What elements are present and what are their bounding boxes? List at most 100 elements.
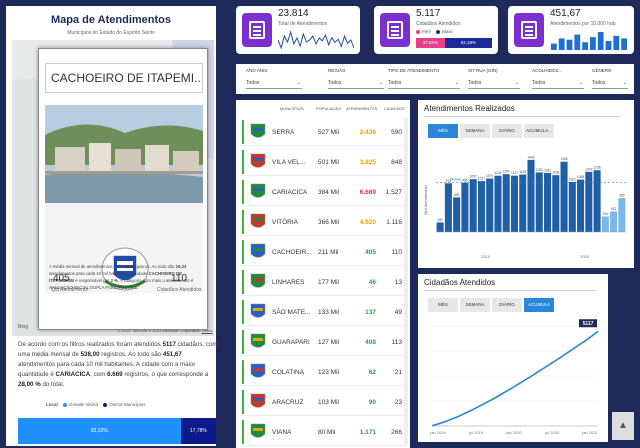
seg-week-button[interactable]: SEMANA (460, 124, 490, 138)
bar[interactable] (618, 198, 626, 232)
col-header-atendimentos[interactable]: ATENDIMENTOS (346, 106, 377, 111)
table-row[interactable]: CACHOEIR... 211 Mil 405 110 (240, 238, 408, 266)
legend-title: Local (46, 402, 58, 407)
kpi-value: 5.117 (416, 8, 441, 19)
filter-gender-select[interactable]: Todos ⌄ (592, 77, 628, 89)
filter-type[interactable]: TIPO DE ATENDIMENTO Todos ⌄ (388, 68, 460, 92)
gender-masc-segment[interactable]: 62,18% (444, 38, 492, 48)
gender-split-bar[interactable]: 37,82% 62,18% (416, 38, 492, 48)
seg-month-button[interactable]: MÊS (428, 298, 458, 312)
bar[interactable] (486, 178, 494, 233)
bar[interactable] (519, 174, 527, 232)
seg-month-button[interactable]: MÊS (428, 124, 458, 138)
filter-year-select[interactable]: Todos ⌄ (246, 77, 302, 89)
col-header-municipios[interactable]: MUNICÍPIOS (280, 106, 304, 111)
bar-value-label: 1443 (527, 155, 534, 159)
col-header-populacao[interactable]: POPULAÇÃO (316, 106, 341, 111)
municipality-crest-icon (250, 333, 266, 348)
municipality-crest-icon (250, 153, 266, 168)
seg-daily-button[interactable]: DIÁRIO (492, 124, 522, 138)
filter-gender[interactable]: GÊNERO Todos ⌄ (592, 68, 628, 92)
bar[interactable] (444, 183, 452, 232)
filter-sheltered-select[interactable]: Todos ⌄ (532, 77, 584, 89)
region-split-bar[interactable]: 82,22% 17,78% (18, 418, 216, 444)
filter-street-select[interactable]: Todos ⌄ (468, 77, 520, 89)
sparkbar (566, 39, 573, 50)
bar[interactable] (560, 161, 568, 232)
sparkbar (605, 41, 612, 50)
bar[interactable] (585, 171, 593, 232)
table-row[interactable]: ARACRUZ 103 Mil 90 23 (240, 388, 408, 416)
kpi-label: Total de Atendimentos (278, 21, 328, 27)
row-citizens: 1.527 (385, 189, 402, 196)
filter-region-select[interactable]: Todos ⌄ (328, 77, 384, 89)
row-citizens: 590 (391, 129, 402, 136)
table-row[interactable]: GUARAPARI 127 Mil 408 113 (240, 328, 408, 356)
bar[interactable] (601, 216, 609, 233)
row-attendances: 6.669 (359, 189, 376, 196)
seg-daily-button[interactable]: DIÁRIO (492, 298, 522, 312)
split-segment-grande-vitoria[interactable]: 82,22% (18, 418, 181, 444)
scroll-up-button[interactable]: ▲ (612, 412, 634, 440)
row-population: 103 Mil (318, 399, 339, 406)
gender-legend: Fem Masc (416, 29, 453, 34)
bar[interactable] (543, 172, 552, 232)
split-segment-outros[interactable]: 17,78% (180, 418, 216, 444)
table-row[interactable]: LINHARES 177 Mil 46 13 (240, 268, 408, 296)
bar[interactable] (535, 172, 543, 232)
row-citizens: 1.116 (386, 219, 402, 226)
row-citizens: 113 (391, 339, 402, 346)
seg-cumulative-button[interactable]: ACUMULA... (524, 124, 554, 138)
bar[interactable] (469, 179, 477, 232)
cumulative-line[interactable] (431, 330, 599, 427)
filter-year[interactable]: ANO ANIS Todos ⌄ (246, 68, 302, 92)
bar[interactable] (510, 175, 519, 232)
table-row[interactable]: VIANA 80 Mil 1.171 266 (240, 418, 408, 446)
municipality-crest-icon (250, 243, 266, 258)
bar-value-label: 1406 (560, 157, 567, 161)
bar[interactable] (527, 159, 535, 232)
attendances-chart-panel: Atendimentos Realizados MÊS SEMANA DIÁRI… (418, 100, 634, 268)
row-attendances: 46 (368, 279, 376, 286)
sparkbar (558, 38, 565, 50)
row-population: 127 Mil (318, 339, 339, 346)
row-municipality: COLATINA (272, 369, 305, 376)
bar[interactable] (610, 211, 618, 232)
legend-dot-outros (103, 402, 108, 407)
legend-dot-grande-vitoria (63, 402, 68, 407)
bar[interactable] (477, 181, 485, 232)
bar[interactable] (461, 182, 469, 232)
table-row[interactable]: VITÓRIA 366 Mil 4.920 1.116 (240, 208, 408, 236)
map-title: Mapa de Atendimentos (51, 14, 171, 26)
gender-fem-segment[interactable]: 37,82% (416, 38, 445, 48)
filter-region[interactable]: REGIÃO Todos ⌄ (328, 68, 384, 92)
bar[interactable] (593, 170, 601, 232)
table-row[interactable]: SERRA 527 Mil 2.436 590 (240, 118, 408, 146)
table-row[interactable]: SÃO MATE... 133 Mil 137 49 (240, 298, 408, 326)
filter-street[interactable]: SIT RUA (GIN) Todos ⌄ (468, 68, 520, 92)
seg-week-button[interactable]: SEMANA (460, 298, 490, 312)
bar[interactable] (494, 175, 502, 232)
bar-value-label: 1017 (478, 177, 485, 181)
bar[interactable] (436, 222, 444, 232)
bar[interactable] (453, 197, 461, 232)
x-tick-label: jan 2019 (429, 430, 446, 435)
seg-cumulative-button[interactable]: ACUMULA (524, 298, 554, 312)
bar[interactable] (568, 181, 576, 232)
table-row[interactable]: VILA VEL... 501 Mil 3.825 848 (240, 148, 408, 176)
city-popup: CACHOEIRO DE ITAPEMI... 405 Qtd Atendime… (38, 48, 208, 330)
filter-type-select[interactable]: Todos ⌄ (388, 77, 460, 89)
table-scrollbar[interactable] (404, 118, 408, 444)
bar[interactable] (502, 174, 510, 232)
col-header-cidadaos[interactable]: CIDADÃOS (384, 106, 405, 111)
row-municipality: CACHOEIR... (272, 249, 312, 256)
table-row[interactable]: COLATINA 123 Mil 62 21 (240, 358, 408, 386)
kpi-label: Atendimentos por 10.000 hab (550, 21, 616, 27)
bar[interactable] (552, 175, 560, 232)
filter-bar: ANO ANIS Todos ⌄ REGIÃO Todos ⌄ TIPO DE AT… (236, 64, 634, 94)
bar[interactable] (577, 179, 585, 232)
bar-value-label: 1149 (519, 170, 526, 174)
filter-sheltered[interactable]: ACOLHIDOS... Todos ⌄ (532, 68, 584, 92)
sparkbar (574, 34, 581, 50)
table-row[interactable]: CARIACICA 384 Mil 6.669 1.527 (240, 178, 408, 206)
